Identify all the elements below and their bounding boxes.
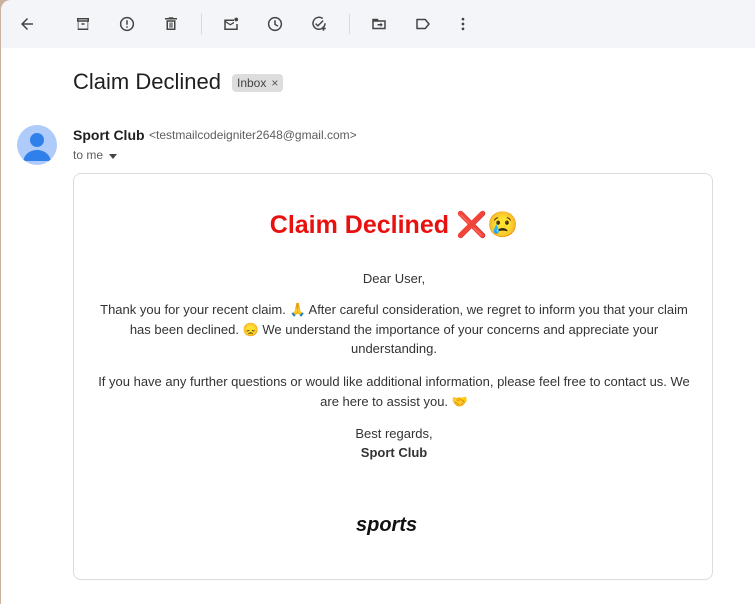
chevron-down-icon — [109, 153, 118, 159]
report-spam-button[interactable] — [111, 8, 143, 40]
label-icon — [416, 18, 430, 30]
avatar[interactable] — [17, 125, 57, 165]
message-body: Claim Declined ❌😢 Dear User, Thank you f… — [73, 173, 713, 580]
signature: Sport Club — [360, 445, 428, 460]
add-task-icon — [312, 16, 326, 31]
toolbar — [1, 0, 755, 48]
delete-button[interactable] — [155, 8, 187, 40]
label-text: Inbox — [237, 76, 267, 90]
email-subject: Claim Declined — [73, 69, 221, 94]
mark-unread-icon — [224, 17, 239, 30]
report-spam-icon — [119, 16, 135, 32]
delete-icon — [165, 17, 177, 30]
inbox-label-chip[interactable]: Inbox × — [232, 74, 284, 92]
paragraph-1: Thank you for your recent claim. 🙏 After… — [100, 302, 688, 356]
sender-name[interactable]: Sport Club — [73, 127, 145, 143]
label-button[interactable] — [407, 8, 439, 40]
archive-button[interactable] — [67, 8, 99, 40]
recipient-text: to me — [73, 148, 104, 162]
paragraph-2: If you have any further questions or wou… — [98, 374, 690, 409]
sports-logo: sports — [356, 514, 417, 536]
logo-text: sports — [356, 514, 417, 536]
email-window: Claim Declined Inbox × Sport Club <testm… — [1, 0, 755, 604]
toolbar-divider — [349, 14, 350, 34]
snooze-button[interactable] — [259, 8, 291, 40]
remove-label-icon[interactable]: × — [271, 76, 278, 90]
more-vert-icon — [461, 17, 465, 31]
add-task-button[interactable] — [303, 8, 335, 40]
person-icon — [23, 133, 51, 161]
mark-unread-button[interactable] — [215, 8, 247, 40]
more-options-button[interactable] — [447, 8, 479, 40]
message-heading: Claim Declined ❌😢 — [269, 211, 519, 239]
toolbar-divider — [201, 14, 202, 34]
closing: Best regards, — [355, 426, 433, 441]
move-to-icon — [372, 18, 386, 30]
archive-icon — [77, 18, 89, 30]
move-to-button[interactable] — [363, 8, 395, 40]
recipient-details-toggle[interactable]: to me — [73, 148, 118, 162]
snooze-icon — [267, 16, 283, 32]
back-icon — [21, 18, 33, 30]
greeting: Dear User, — [362, 271, 426, 286]
back-button[interactable] — [11, 8, 43, 40]
sender-email: <testmailcodeigniter2648@gmail.com> — [149, 128, 357, 142]
